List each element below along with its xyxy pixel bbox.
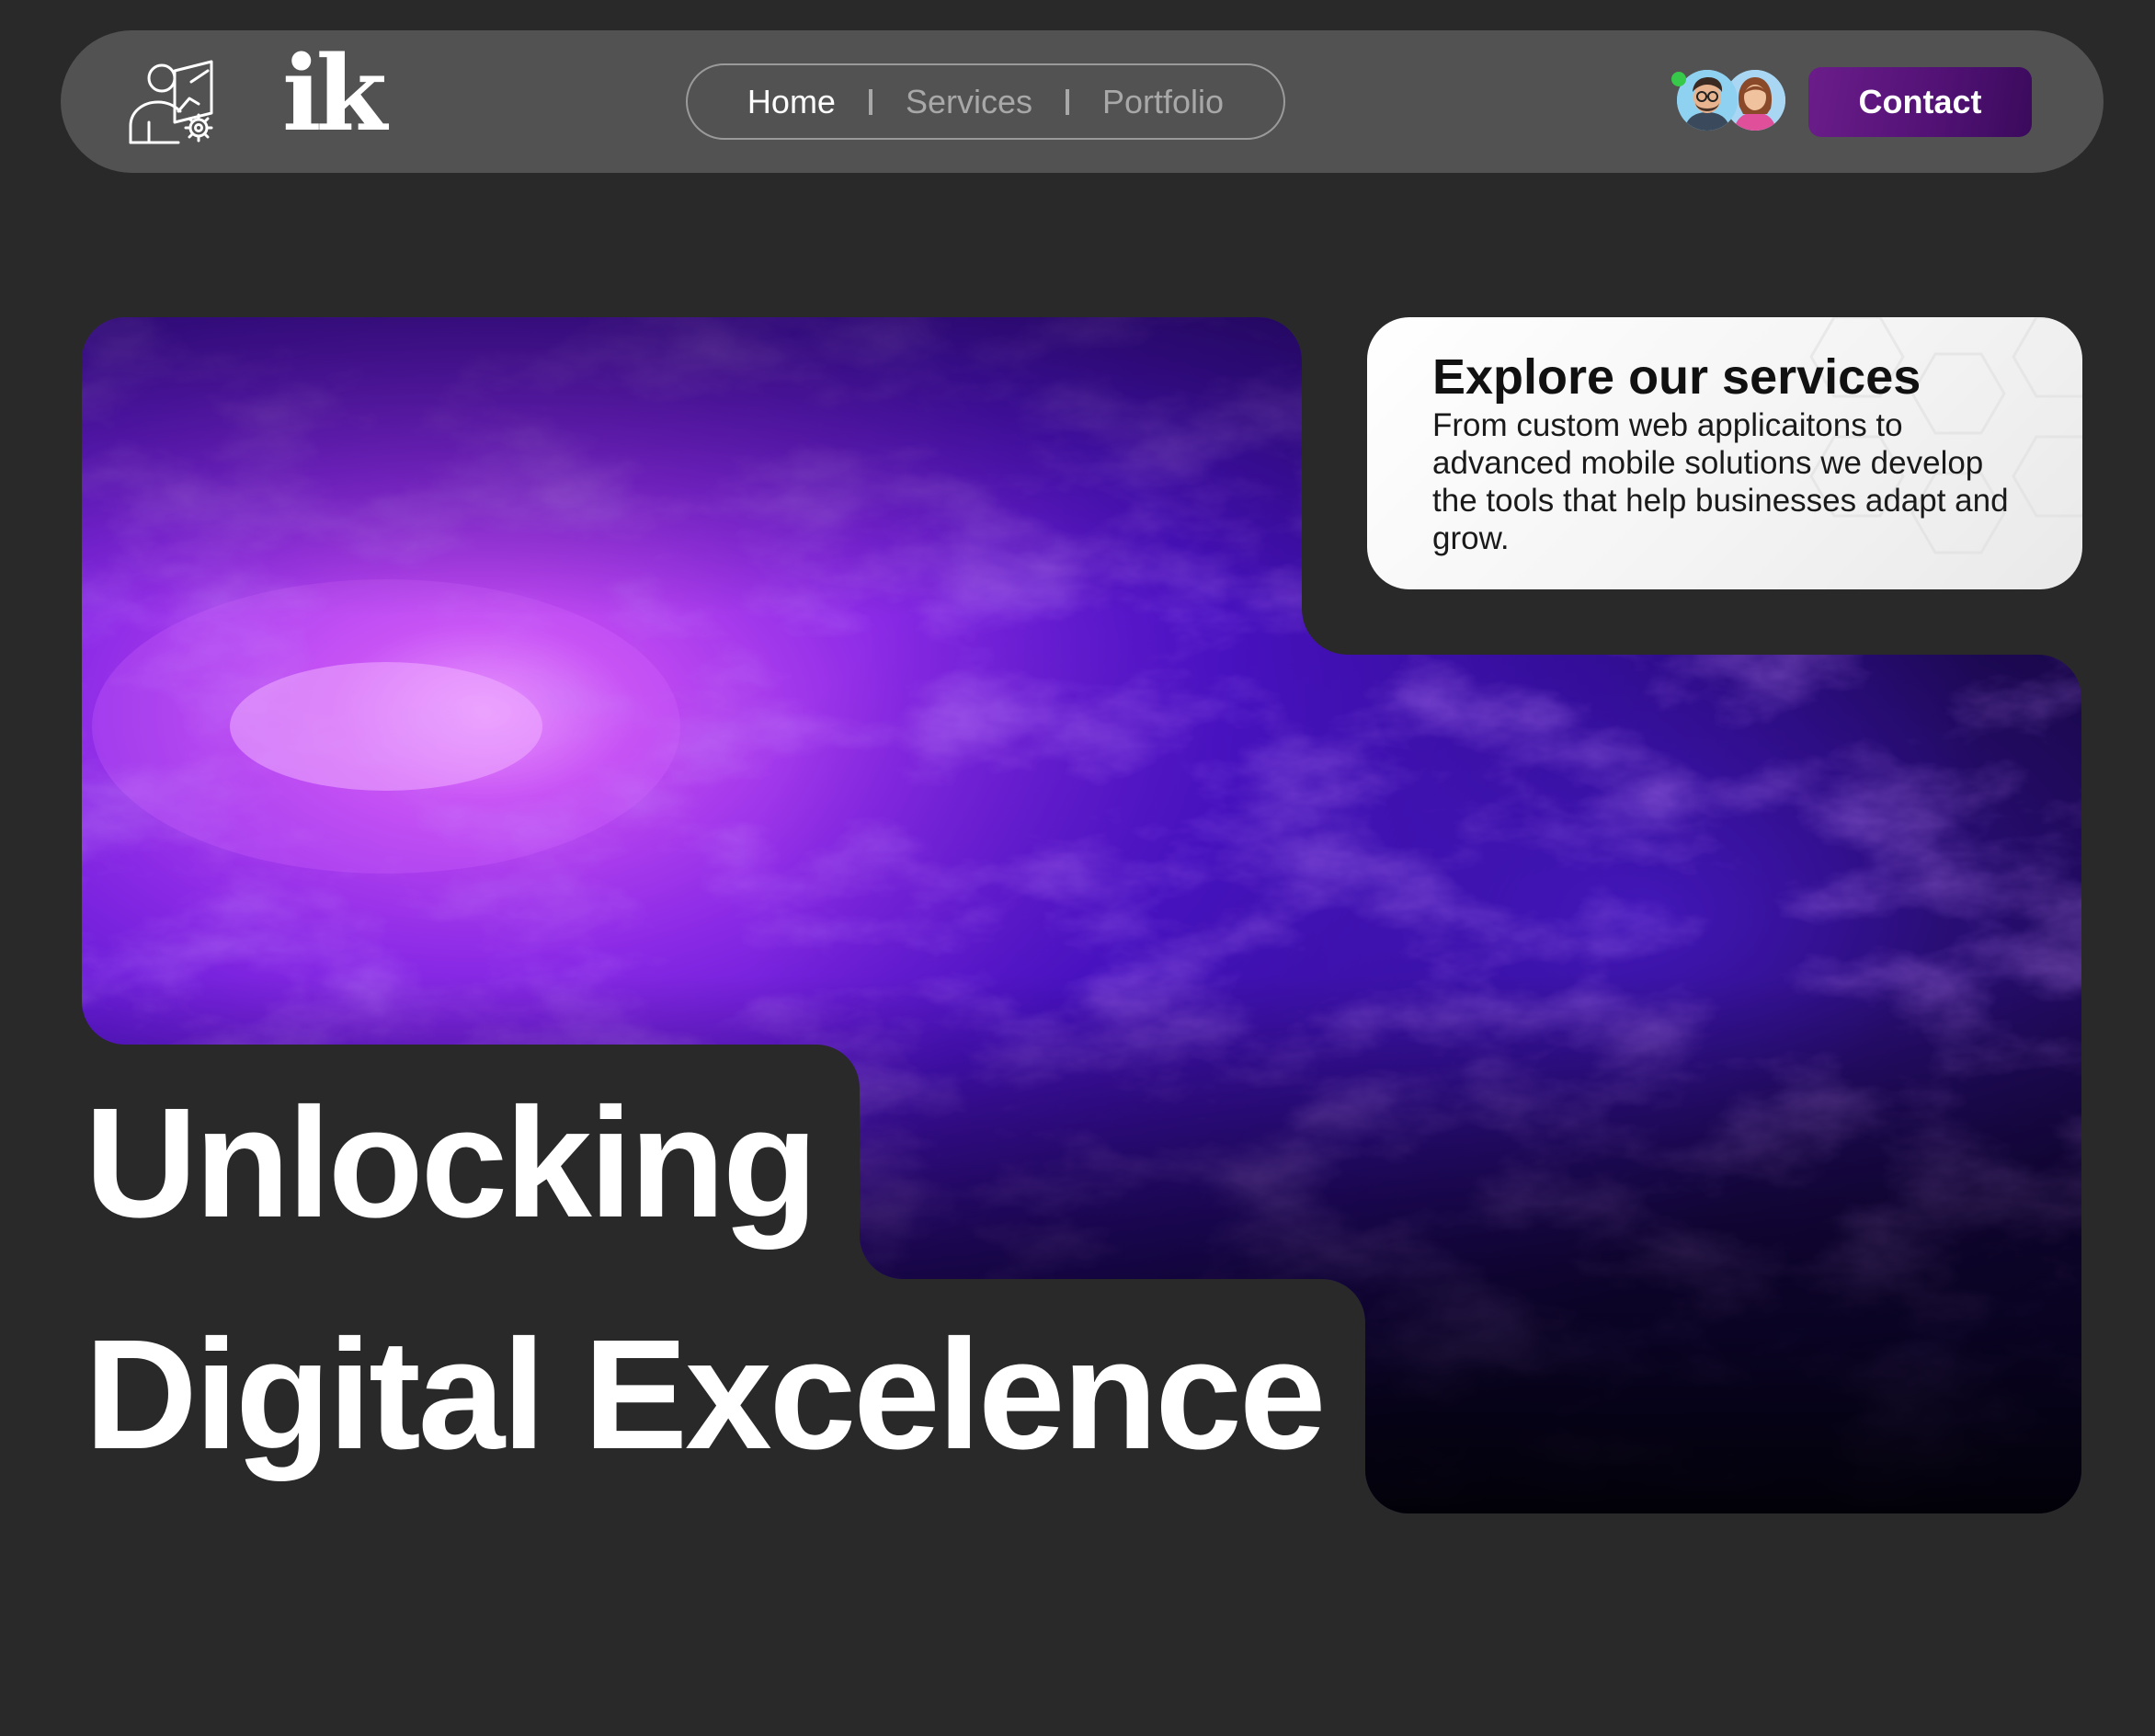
online-status-dot	[1671, 72, 1686, 86]
hero-headline-line-1: Unlocking	[85, 1076, 818, 1251]
nav-services-link[interactable]: Services	[906, 83, 1032, 121]
top-navbar: ik Home Services Portfolio Contact	[61, 30, 2104, 173]
nav-divider	[868, 88, 872, 115]
main-nav: Home Services Portfolio	[686, 63, 1285, 140]
contact-button[interactable]: Contact	[1808, 67, 2032, 137]
nav-divider	[1066, 88, 1069, 115]
designer-gear-icon	[129, 60, 213, 144]
brand-logo-text: ik	[282, 34, 387, 154]
services-card-title: Explore our services	[1432, 349, 1921, 405]
nav-home-link[interactable]: Home	[747, 83, 836, 121]
landing-page: ik Home Services Portfolio Contact Explo…	[0, 0, 2155, 1736]
nav-portfolio-link[interactable]: Portfolio	[1102, 83, 1224, 121]
brand-logo[interactable]: ik	[123, 43, 387, 146]
explore-services-card[interactable]: Explore our services From custom web app…	[1367, 317, 2082, 589]
hero-headline-line-2: Digital Excelence	[85, 1308, 1326, 1482]
services-card-description: From custom web applicaitons to advanced…	[1432, 407, 2009, 557]
team-avatars[interactable]	[1671, 70, 1785, 134]
